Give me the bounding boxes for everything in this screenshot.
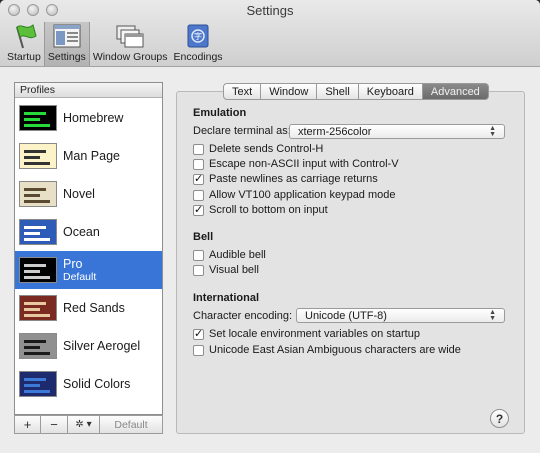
profile-thumbnail xyxy=(19,143,57,169)
window-groups-icon xyxy=(115,23,145,49)
audible-bell-checkbox[interactable] xyxy=(193,249,204,261)
bell-heading: Bell xyxy=(193,231,214,243)
popup-arrows-icon: ▲ ▼ xyxy=(489,308,496,322)
toolbar: Startup Settings Window Groups 字 Encodin… xyxy=(4,22,226,66)
toolbar-encodings-button[interactable]: 字 Encodings xyxy=(171,22,226,66)
checkbox-label: Unicode East Asian Ambiguous characters … xyxy=(209,344,461,356)
profile-thumbnail xyxy=(19,219,57,245)
toolbar-encodings-label: Encodings xyxy=(173,51,223,63)
profile-thumbnail xyxy=(19,105,57,131)
character-encoding-label: Character encoding: xyxy=(193,310,293,322)
profile-thumbnail xyxy=(19,295,57,321)
profile-thumbnail xyxy=(19,181,57,207)
settings-icon xyxy=(52,23,82,49)
tab-window[interactable]: Window xyxy=(261,83,318,100)
vt100-keypad-checkbox[interactable] xyxy=(193,189,204,201)
startup-flag-icon xyxy=(9,23,39,49)
checkbox-label: Escape non-ASCII input with Control-V xyxy=(209,158,399,170)
toolbar-settings-label: Settings xyxy=(47,51,86,63)
set-default-profile-button[interactable]: Default xyxy=(100,415,163,434)
svg-text:字: 字 xyxy=(194,31,202,41)
checkbox-row[interactable]: Delete sends Control-H xyxy=(193,143,323,155)
profiles-items: Homebrew Man Page Novel Ocean Pro Default… xyxy=(15,99,162,403)
window-title: Settings xyxy=(246,3,294,18)
checkbox-label: Delete sends Control-H xyxy=(209,143,324,155)
paste-newlines-checkbox[interactable] xyxy=(193,172,204,185)
profile-item-solid-colors[interactable]: Solid Colors xyxy=(15,365,162,403)
checkbox-label: Audible bell xyxy=(209,249,266,261)
toolbar-window-groups-label: Window Groups xyxy=(92,51,168,63)
checkbox-row[interactable]: Visual bell xyxy=(193,264,259,276)
add-profile-button[interactable]: + xyxy=(14,415,41,434)
profile-item-red-sands[interactable]: Red Sands xyxy=(15,289,162,327)
checkbox-row[interactable]: Allow VT100 application keypad mode xyxy=(193,189,396,201)
checkbox-row[interactable]: Escape non-ASCII input with Control-V xyxy=(193,158,399,170)
international-heading: International xyxy=(193,292,260,304)
title-bar: Settings Startup Settings Window Groups … xyxy=(0,0,540,67)
profile-thumbnail xyxy=(19,333,57,359)
declare-terminal-value: xterm-256color xyxy=(298,125,372,138)
checkbox-row[interactable]: Audible bell xyxy=(193,249,266,261)
visual-bell-checkbox[interactable] xyxy=(193,264,204,276)
profile-name: Ocean xyxy=(63,225,100,239)
toolbar-window-groups-button[interactable]: Window Groups xyxy=(90,22,171,66)
profiles-list[interactable]: Profiles Homebrew Man Page Novel Ocean P… xyxy=(14,82,163,415)
declare-terminal-popup[interactable]: xterm-256color ▲ ▼ xyxy=(289,124,505,139)
profiles-header: Profiles xyxy=(15,83,162,98)
tab-shell[interactable]: Shell xyxy=(317,83,359,100)
profile-name: Man Page xyxy=(63,149,120,163)
east-asian-wide-checkbox[interactable] xyxy=(193,344,204,356)
profile-name: Novel xyxy=(63,187,95,201)
encodings-icon: 字 xyxy=(183,23,213,49)
checkbox-row[interactable]: Paste newlines as carriage returns xyxy=(193,172,378,185)
profile-item-novel[interactable]: Novel xyxy=(15,175,162,213)
toolbar-startup-label: Startup xyxy=(7,51,41,63)
toolbar-settings-button[interactable]: Settings xyxy=(43,22,90,66)
checkbox-row[interactable]: Set locale environment variables on star… xyxy=(193,327,420,340)
help-button[interactable]: ? xyxy=(490,409,509,428)
profile-default-label: Default xyxy=(63,271,97,283)
settings-tabs: Text Window Shell Keyboard Advanced xyxy=(223,83,489,100)
checkbox-label: Set locale environment variables on star… xyxy=(209,328,420,340)
emulation-heading: Emulation xyxy=(193,107,247,119)
checkbox-row[interactable]: Scroll to bottom on input xyxy=(193,203,328,216)
character-encoding-value: Unicode (UTF-8) xyxy=(305,309,387,322)
declare-terminal-row: Declare terminal as: xyxy=(193,125,291,137)
profile-item-man-page[interactable]: Man Page xyxy=(15,137,162,175)
profile-action-menu-button[interactable]: ✲ ▾ xyxy=(68,415,100,434)
encoding-row: Character encoding: xyxy=(193,310,292,322)
profile-name: Solid Colors xyxy=(63,377,131,391)
popup-arrows-icon: ▲ ▼ xyxy=(489,124,496,138)
settings-window: Settings Startup Settings Window Groups … xyxy=(0,0,540,453)
profile-thumbnail xyxy=(19,371,57,397)
profile-name: Silver Aerogel xyxy=(63,339,141,353)
delete-control-h-checkbox[interactable] xyxy=(193,143,204,155)
checkbox-row[interactable]: Unicode East Asian Ambiguous characters … xyxy=(193,344,461,356)
character-encoding-popup[interactable]: Unicode (UTF-8) ▲ ▼ xyxy=(296,308,505,323)
checkbox-label: Allow VT100 application keypad mode xyxy=(209,189,396,201)
profile-thumbnail xyxy=(19,257,57,283)
tab-text[interactable]: Text xyxy=(223,83,262,100)
tab-advanced[interactable]: Advanced xyxy=(422,83,489,100)
profile-name: Homebrew xyxy=(63,111,124,125)
toolbar-startup-button[interactable]: Startup xyxy=(4,22,44,66)
profile-item-pro[interactable]: Pro Default xyxy=(15,251,162,289)
scroll-to-bottom-checkbox[interactable] xyxy=(193,203,204,216)
declare-terminal-label: Declare terminal as: xyxy=(193,125,291,137)
profile-name: Pro Default xyxy=(63,257,97,283)
profile-buttons: + − ✲ ▾ Default xyxy=(14,415,163,434)
profile-name: Red Sands xyxy=(63,301,125,315)
remove-profile-button[interactable]: − xyxy=(41,415,68,434)
escape-non-ascii-checkbox[interactable] xyxy=(193,158,204,170)
tab-keyboard[interactable]: Keyboard xyxy=(358,83,423,100)
checkbox-label: Scroll to bottom on input xyxy=(209,204,328,216)
checkbox-label: Visual bell xyxy=(209,264,259,276)
set-locale-checkbox[interactable] xyxy=(193,327,204,340)
checkbox-label: Paste newlines as carriage returns xyxy=(209,173,378,185)
profile-item-silver-aerogel[interactable]: Silver Aerogel xyxy=(15,327,162,365)
profile-item-homebrew[interactable]: Homebrew xyxy=(15,99,162,137)
profile-item-ocean[interactable]: Ocean xyxy=(15,213,162,251)
